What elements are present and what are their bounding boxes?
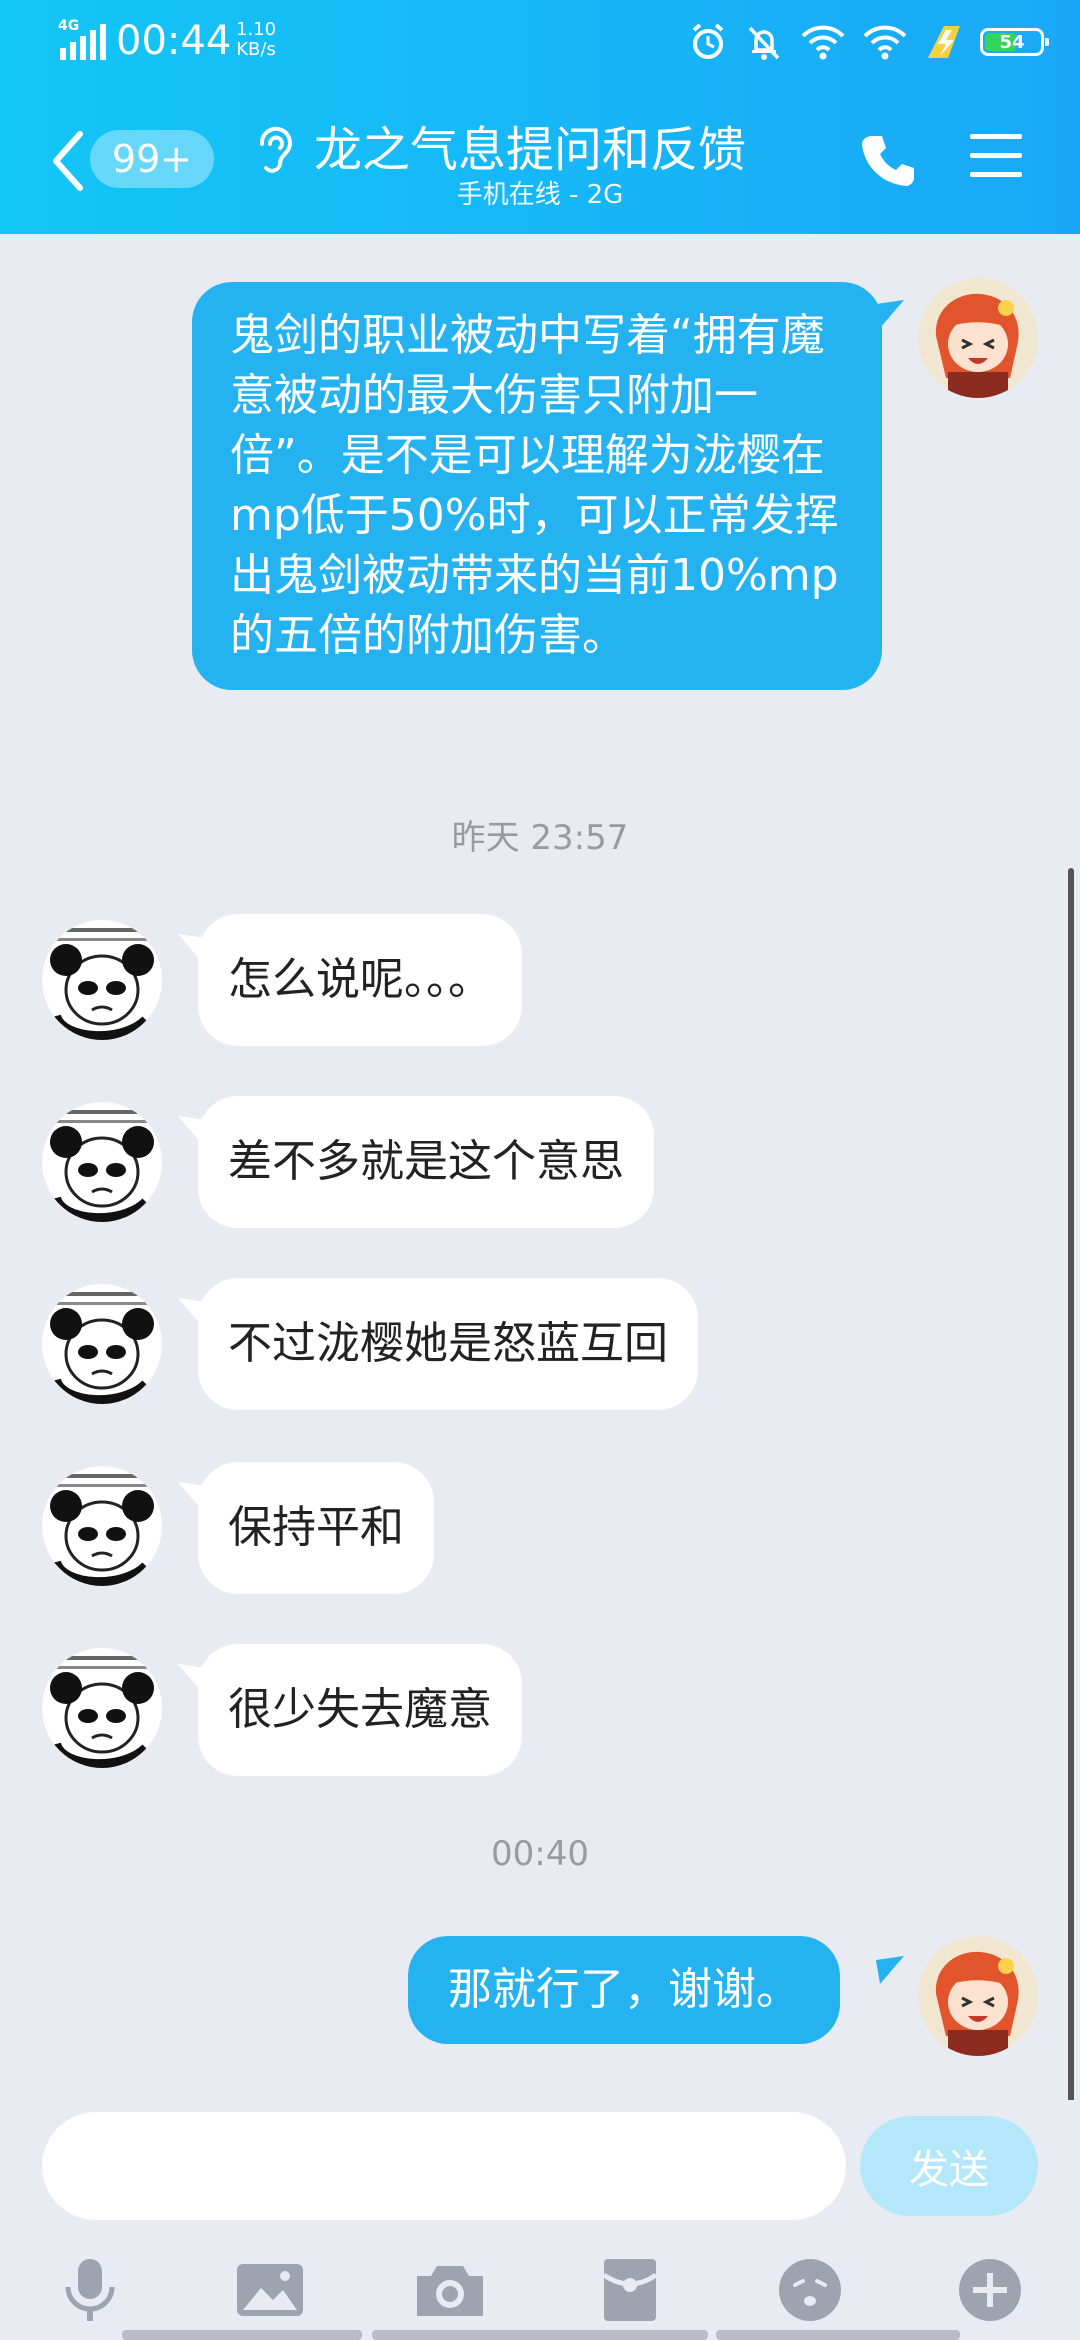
bubble-tail: [178, 1664, 206, 1692]
bubble-tail: [178, 934, 206, 962]
contact-avatar[interactable]: [42, 1466, 162, 1586]
image-icon[interactable]: [230, 2250, 310, 2330]
network-speed: 1.10 KB/s: [236, 20, 276, 60]
bubble-tail: [876, 1956, 904, 1984]
plus-icon[interactable]: [950, 2250, 1030, 2330]
alarm-icon: [692, 23, 724, 59]
bubble-tail: [876, 300, 904, 328]
speed-value: 1.10: [236, 19, 277, 40]
message-bubble-incoming[interactable]: 差不多就是这个意思: [198, 1096, 654, 1228]
bubble-tail: [178, 1116, 206, 1144]
page-indicator: [122, 2330, 362, 2340]
title-bar: 99+ 龙之气息提问和反馈 手机在线 - 2G: [0, 90, 1080, 234]
message-bubble-incoming[interactable]: 不过泷樱她是怒蓝互回: [198, 1278, 698, 1410]
timestamp: 昨天 23:57: [451, 818, 629, 858]
chat-subtitle: 手机在线 - 2G: [456, 180, 624, 210]
message-input[interactable]: [42, 2112, 846, 2220]
camera-icon[interactable]: [410, 2250, 490, 2330]
signal-icon: [60, 24, 106, 60]
red-packet-icon[interactable]: [590, 2250, 670, 2330]
page-indicator: [716, 2330, 960, 2340]
phone-icon[interactable]: [858, 130, 918, 190]
chat-title[interactable]: 龙之气息提问和反馈: [314, 110, 746, 180]
status-icons: 54: [688, 20, 1049, 64]
contact-avatar[interactable]: [42, 920, 162, 1040]
emoji-icon[interactable]: [770, 2250, 850, 2330]
input-bar: 发送: [0, 2100, 1080, 2340]
timestamp: 00:40: [491, 1834, 589, 1874]
header: 4G 00:44 1.10 KB/s 54 99+ 龙之气息提问和反馈 手机在线…: [0, 0, 1080, 234]
menu-icon[interactable]: [968, 128, 1024, 184]
message-bubble-outgoing[interactable]: 鬼剑的职业被动中写着“拥有魔意被动的最大伤害只附加一倍”。是不是可以理解为泷樱在…: [192, 282, 882, 690]
speed-unit: KB/s: [236, 39, 276, 60]
message-bubble-incoming[interactable]: 保持平和: [198, 1462, 434, 1594]
microphone-icon[interactable]: [50, 2250, 130, 2330]
battery-indicator: 54: [980, 28, 1049, 56]
bubble-tail: [178, 1298, 206, 1326]
wifi-icon-secondary: [863, 25, 907, 60]
mute-icon: [748, 26, 780, 60]
contact-avatar[interactable]: [42, 1284, 162, 1404]
bubble-tail: [178, 1482, 206, 1510]
ear-icon[interactable]: [254, 122, 294, 178]
message-bubble-incoming[interactable]: 很少失去魔意: [198, 1644, 522, 1776]
message-bubble-incoming[interactable]: 怎么说呢。。。: [198, 914, 522, 1046]
my-avatar[interactable]: [918, 278, 1038, 398]
contact-avatar[interactable]: [42, 1102, 162, 1222]
charging-icon: [928, 26, 960, 58]
status-time: 00:44: [116, 18, 232, 64]
status-bar: 4G 00:44 1.10 KB/s 54: [0, 0, 1080, 90]
message-bubble-outgoing[interactable]: 那就行了，谢谢。: [408, 1936, 840, 2044]
battery-level: 54: [999, 31, 1025, 53]
send-button[interactable]: 发送: [860, 2116, 1038, 2216]
contact-avatar[interactable]: [42, 1648, 162, 1768]
page-indicator: [372, 2330, 708, 2340]
wifi-icon: [801, 25, 845, 60]
my-avatar[interactable]: [918, 1936, 1038, 2056]
